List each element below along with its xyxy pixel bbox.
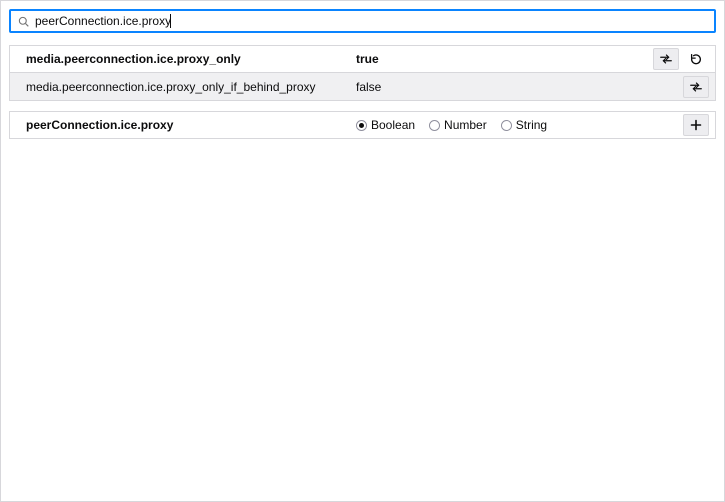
- pref-row: media.peerconnection.ice.proxy_only_if_b…: [9, 73, 716, 101]
- row-actions: [653, 48, 715, 70]
- radio-label: String: [516, 118, 547, 132]
- search-container[interactable]: peerConnection.ice.proxy: [9, 9, 716, 33]
- row-actions: [683, 76, 715, 98]
- radio-icon: [356, 120, 367, 131]
- type-radio-string[interactable]: String: [501, 118, 547, 132]
- row-actions: [683, 114, 715, 136]
- new-pref-row: peerConnection.ice.proxy Boolean Number …: [9, 111, 716, 139]
- radio-icon: [501, 120, 512, 131]
- about-config-page: peerConnection.ice.proxy media.peerconne…: [0, 0, 725, 502]
- pref-value: false: [348, 80, 683, 94]
- toggle-icon: [659, 52, 673, 66]
- search-icon: [17, 15, 29, 27]
- new-pref-name: peerConnection.ice.proxy: [10, 118, 348, 132]
- toggle-button[interactable]: [683, 76, 709, 98]
- radio-label: Number: [444, 118, 487, 132]
- type-radio-group: Boolean Number String: [348, 118, 683, 132]
- pref-row: media.peerconnection.ice.proxy_only true: [9, 45, 716, 73]
- toggle-button[interactable]: [653, 48, 679, 70]
- toggle-icon: [689, 80, 703, 94]
- radio-label: Boolean: [371, 118, 415, 132]
- pref-name: media.peerconnection.ice.proxy_only: [10, 52, 348, 66]
- plus-icon: [690, 119, 702, 131]
- search-input[interactable]: peerConnection.ice.proxy: [35, 14, 171, 28]
- add-button[interactable]: [683, 114, 709, 136]
- reset-icon: [689, 52, 703, 66]
- type-radio-number[interactable]: Number: [429, 118, 487, 132]
- pref-value: true: [348, 52, 653, 66]
- radio-icon: [429, 120, 440, 131]
- reset-button[interactable]: [683, 48, 709, 70]
- results-list: media.peerconnection.ice.proxy_only true: [9, 45, 716, 139]
- search-input-field[interactable]: [171, 13, 708, 30]
- pref-name: media.peerconnection.ice.proxy_only_if_b…: [10, 80, 348, 94]
- type-radio-boolean[interactable]: Boolean: [356, 118, 415, 132]
